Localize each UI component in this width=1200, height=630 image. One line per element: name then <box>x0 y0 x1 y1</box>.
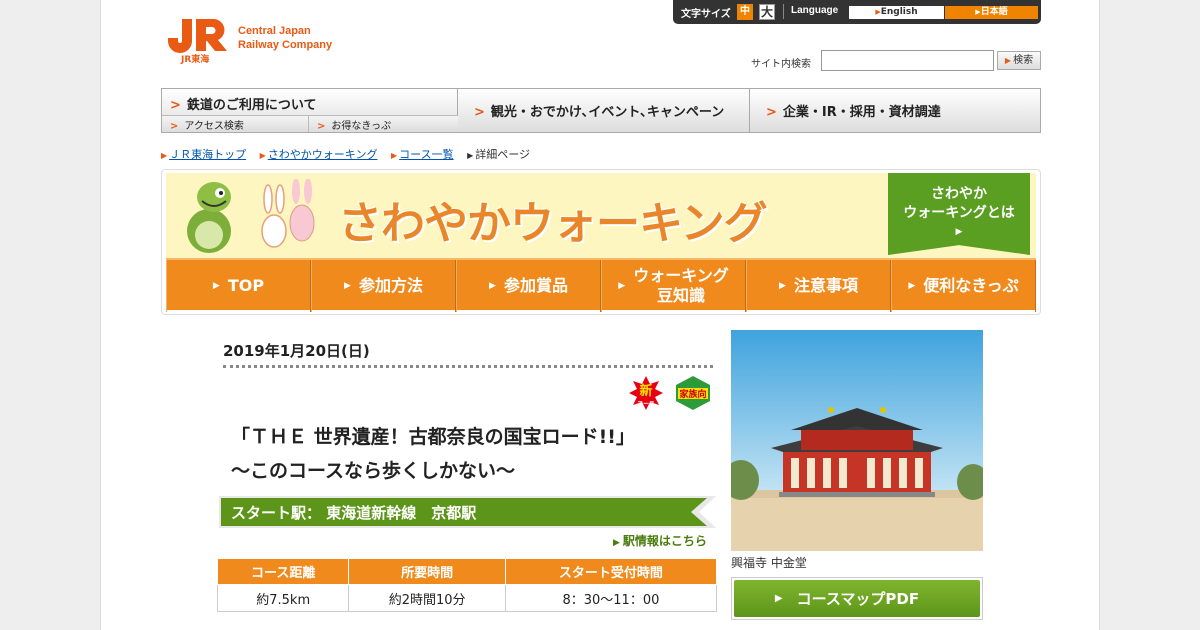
chevron-right-icon: > <box>170 98 181 113</box>
japanese-button[interactable]: ▶日本語 <box>945 6 1038 19</box>
divider <box>783 4 784 19</box>
walking-tips-label: ウォーキング 豆知識 <box>633 266 729 305</box>
triangle-right-icon: ▶ <box>908 281 916 291</box>
course-distance: 約7.5km <box>216 584 350 612</box>
course-info-table: コース距離 所要時間 スタート受付時間 約7.5km 約2時間10分 8：30～… <box>216 558 718 612</box>
chevron-right-icon: > <box>766 105 777 120</box>
starburst-icon: 新 コース <box>629 376 663 410</box>
breadcrumb-current: ▶ 詳細ページ <box>467 148 531 161</box>
triangle-right-icon: ▶ <box>955 227 963 237</box>
nav-access-search[interactable]: > アクセス検索 <box>162 116 309 132</box>
table-header: コース距離 <box>216 558 350 585</box>
photo-caption: 興福寺 中金堂 <box>731 556 807 570</box>
required-time: 約2時間10分 <box>348 584 506 612</box>
banner-nav-prizes[interactable]: ▶ 参加賞品 <box>456 260 601 312</box>
mascot-illustration <box>187 179 315 253</box>
new-course-badge: 新 コース <box>629 376 663 410</box>
temple-photo <box>731 330 983 551</box>
global-nav: > 鉄道のご利用について > アクセス検索 > お得なきっぷ > 観光・おでかけ､イベン… <box>161 88 1041 133</box>
page: JR東海 Central Japan Railway Company 文字サイズ… <box>100 0 1100 630</box>
course-title: 「ＴＨＥ 世界遺産！古都奈良の国宝ロード!!」 ～このコースなら歩くしかない～ <box>231 426 635 482</box>
company-name: Central Japan Railway Company <box>238 25 333 51</box>
banner-nav-top[interactable]: ▶ TOP <box>166 260 311 312</box>
nav-corporate[interactable]: > 企業・IR・採用・資材調達 <box>750 89 1040 132</box>
triangle-right-icon: ▶ <box>618 281 626 291</box>
table-header: スタート受付時間 <box>504 558 718 585</box>
banner-nav-notes[interactable]: ▶ 注意事項 <box>746 260 891 312</box>
site-search-label: サイト内検索 <box>751 59 811 70</box>
table-header-row: コース距離 所要時間 スタート受付時間 <box>216 558 718 585</box>
triangle-right-icon: ▶ <box>779 281 786 291</box>
banner-nav-tickets[interactable]: ▶ 便利なきっぷ <box>891 260 1036 312</box>
nav-rail-usage[interactable]: > 鉄道のご利用について <box>162 89 458 116</box>
start-reception-time: 8：30～11：00 <box>504 584 718 612</box>
arrow-icon: ▶ <box>259 151 266 160</box>
badge-new-text: 新 <box>639 383 652 399</box>
course-map-pdf-button[interactable]: ▶ コースマップPDF <box>731 577 983 620</box>
course-map-pdf-label: ▶ コースマップPDF <box>734 580 980 617</box>
banner-nav-how-to-join[interactable]: ▶ 参加方法 <box>311 260 456 312</box>
triangle-right-icon: ▶ <box>489 281 496 291</box>
arrow-icon: ▶ <box>1004 56 1012 65</box>
jr-central-logo[interactable]: JR東海 Central Japan Railway Company <box>166 17 356 65</box>
logo-subtitle: JR東海 <box>181 55 210 65</box>
table-row: 約7.5km 約2時間10分 8：30～11：00 <box>216 584 718 612</box>
triangle-right-icon: ▶ <box>212 281 220 291</box>
font-size-label: 文字サイズ <box>681 9 731 20</box>
breadcrumb-item[interactable]: ▶ コース一覧 <box>391 148 454 161</box>
chevron-right-icon: > <box>170 121 179 132</box>
chevron-right-icon: > <box>474 105 485 120</box>
search-input[interactable] <box>821 50 994 71</box>
search-button[interactable]: ▶ 検索 <box>997 51 1041 70</box>
nav-discount-tickets[interactable]: > お得なきっぷ <box>309 116 458 132</box>
triangle-right-icon: ▶ <box>774 593 783 604</box>
banner-nav-walking-tips[interactable]: ▶ ウォーキング 豆知識 <box>601 260 746 312</box>
walking-banner: さわやかウォーキング さわやか ウォーキングとは ▶ ▶ TOP ▶ 参加方法 ▶ 参… <box>161 169 1041 315</box>
hexagon-icon: 家族向 <box>676 376 710 410</box>
banner-header: さわやかウォーキング さわやか ウォーキングとは ▶ <box>166 173 1036 258</box>
start-station-bar: スタート駅： 東海道新幹線 京都駅 <box>219 496 716 528</box>
arrow-icon: ▶ <box>161 151 168 160</box>
temple-image <box>731 330 983 551</box>
start-station-text: スタート駅： 東海道新幹線 京都駅 <box>231 504 477 522</box>
breadcrumb-item[interactable]: ▶ さわやかウォーキング <box>260 148 378 161</box>
event-date: 2019年1月20日(日) <box>223 342 370 360</box>
badge-family-text: 家族向 <box>679 388 706 400</box>
arrow-icon: ▶ <box>390 151 398 160</box>
triangle-right-icon: ▶ <box>344 281 351 291</box>
font-size-medium-button[interactable]: 中 <box>737 4 753 20</box>
breadcrumb: ▶ ＪＲ東海トップ ▶ さわやかウォーキング ▶ コース一覧 ▶ 詳細ページ <box>161 146 540 162</box>
breadcrumb-item[interactable]: ▶ ＪＲ東海トップ <box>161 148 246 161</box>
utility-bar: 文字サイズ 中 大 Language ▶English ▶日本語 <box>673 0 1041 24</box>
arrow-icon: ▶ <box>467 151 474 160</box>
english-button[interactable]: ▶English <box>849 6 944 19</box>
language-label: Language <box>791 5 839 16</box>
about-walking-button[interactable]: さわやか ウォーキングとは ▶ <box>888 173 1030 255</box>
banner-title: さわやかウォーキング <box>338 198 768 249</box>
table-header: 所要時間 <box>348 558 506 585</box>
font-size-large-button[interactable]: 大 <box>759 4 775 20</box>
family-badge: 家族向 <box>675 376 711 410</box>
banner-nav: ▶ TOP ▶ 参加方法 ▶ 参加賞品 ▶ ウォーキング 豆知識 ▶ 注意事項 ▶ 便利なきっ… <box>166 258 1036 312</box>
nav-rail-group: > 鉄道のご利用について > アクセス検索 > お得なきっぷ <box>162 89 458 132</box>
triangle-right-icon: ▶ <box>613 538 620 548</box>
badge-new-sub-text: コース <box>637 401 655 408</box>
dotted-divider <box>223 365 713 368</box>
chevron-right-icon: > <box>317 121 326 132</box>
station-info-link[interactable]: ▶ 駅情報はこちら <box>613 532 707 549</box>
nav-tourism[interactable]: > 観光・おでかけ､イベント､キャンペーン <box>458 89 750 132</box>
